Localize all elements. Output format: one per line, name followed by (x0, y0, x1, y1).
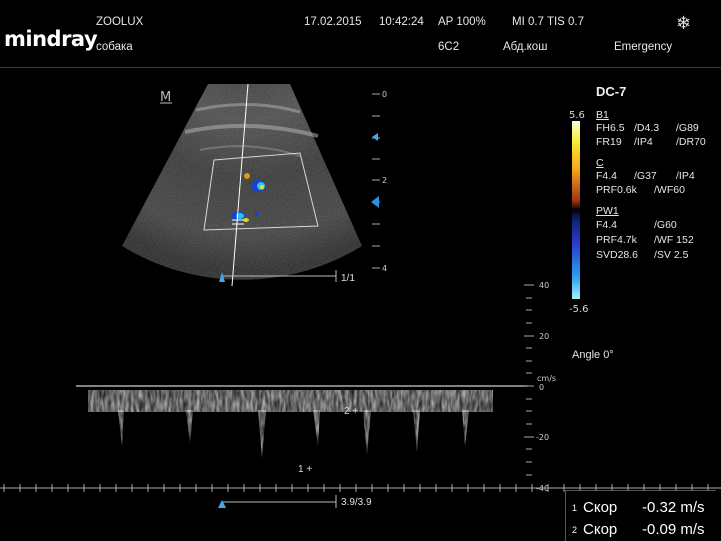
cursor-2: 2 + (344, 406, 358, 417)
pw-mode-label: PW1 (596, 205, 619, 217)
c-row1-c: /IP4 (676, 170, 695, 182)
measurement-value-2: -0.09 m/s (642, 521, 705, 538)
pw-row2-a: PRF4.7k (596, 234, 637, 246)
measurement-row-1: 1 Скор -0.32 m/s (572, 499, 705, 516)
c-row1-a: F4.4 (596, 170, 618, 182)
mode-label: Emergency (614, 41, 673, 53)
exam-date: 17.02.2015 (304, 16, 362, 28)
b-mode-label: B1 (596, 109, 609, 121)
probe-name: 6C2 (438, 41, 460, 53)
pw-row3-a: SVD28.6 (596, 249, 639, 261)
spectral-band (88, 390, 493, 412)
snowflake-icon[interactable]: ❄ (676, 13, 691, 34)
measurement-label-2: Скор (583, 521, 618, 538)
velocity-unit: cm/s (537, 374, 556, 383)
cine-counter: 3.9/3.9 (341, 497, 372, 508)
spectral-doppler[interactable]: 2 + 1 + 40 20 cm/s 0 -20 -40 3.9/3.9 (0, 280, 721, 510)
focus-marker-active (371, 196, 379, 208)
measurement-index-2: 2 (572, 525, 578, 536)
b-row1-b: /D4.3 (634, 122, 660, 134)
cursor-1: 1 + (298, 464, 312, 475)
safety-indices: MI 0.7 TIS 0.7 (512, 16, 585, 28)
b-row1-c: /G89 (676, 122, 699, 134)
velocity-label-40: 40 (539, 281, 549, 290)
pw-row1-b: /G60 (654, 219, 677, 231)
exam-preset: Абд.кош (503, 41, 548, 53)
c-row2-b: /WF60 (654, 184, 685, 196)
spectral-peaks (118, 410, 469, 458)
b-row2-a: FR19 (596, 136, 622, 148)
b-row1-a: FH6.5 (596, 122, 625, 134)
exam-time: 10:42:24 (379, 16, 424, 28)
pw-row1-a: F4.4 (596, 219, 618, 231)
colorbar-max: 5.6 (569, 110, 585, 121)
measurement-panel: 1 Скор -0.32 m/s 2 Скор -0.09 m/s (565, 490, 716, 541)
depth-label-0: 0 (382, 90, 387, 99)
pw-row2-b: /WF 152 (654, 234, 694, 246)
color-velocity-bar (572, 121, 580, 299)
depth-scale: 0 2 4 (371, 90, 387, 273)
b-row2-c: /DR70 (676, 136, 706, 148)
velocity-label-neg20: -20 (536, 433, 549, 442)
c-row1-b: /G37 (634, 170, 657, 182)
depth-label-2: 2 (382, 176, 387, 185)
depth-label-4: 4 (382, 264, 387, 273)
velocity-scale (524, 284, 534, 489)
system-name: ZOOLUX (96, 16, 144, 28)
velocity-label-20: 20 (539, 332, 549, 341)
cine-slider-start (218, 500, 226, 508)
measurement-row-2: 2 Скор -0.09 m/s (572, 521, 705, 538)
color-mode-label: C (596, 157, 604, 169)
measurement-value-1: -0.32 m/s (642, 499, 705, 516)
acoustic-power: AP 100% (438, 16, 486, 28)
b-row2-b: /IP4 (634, 136, 653, 148)
patient-name: собака (96, 41, 133, 53)
preset-title: DC-7 (596, 84, 627, 99)
c-row2-a: PRF0.6k (596, 184, 637, 196)
brand-logo: mindray (4, 27, 98, 51)
measurement-index-1: 1 (572, 503, 578, 514)
measurement-label-1: Скор (583, 499, 618, 516)
ultrasound-image[interactable]: M 0 2 4 1/1 (0, 68, 520, 290)
focus-marker (372, 133, 378, 141)
velocity-label-0: 0 (539, 383, 544, 392)
pw-row3-b: /SV 2.5 (654, 249, 689, 261)
